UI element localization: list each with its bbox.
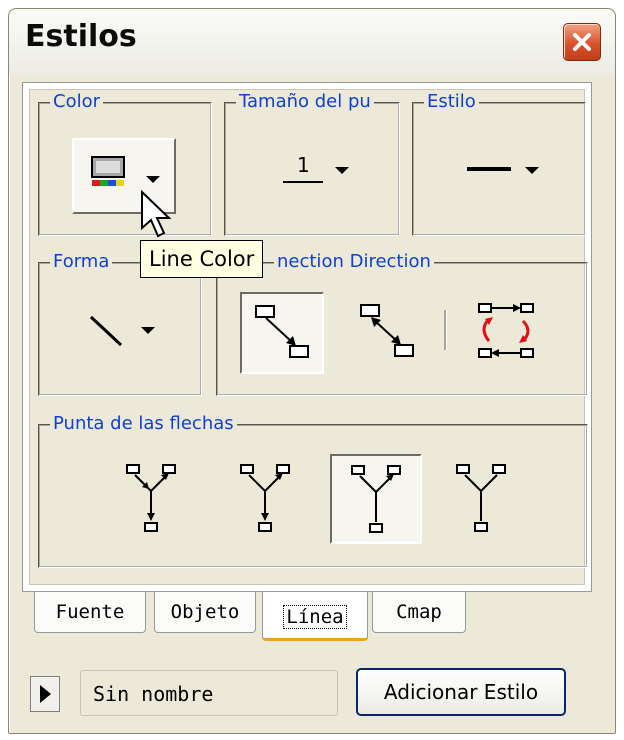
tab-fuente[interactable]: Fuente: [34, 592, 146, 633]
dropdown-arrow-icon: [525, 167, 539, 174]
connection-direction-group: nection Direction: [216, 251, 588, 396]
color-group: Color: [38, 91, 212, 236]
window-title: Estilos: [25, 19, 137, 54]
shape-group: Forma: [38, 251, 202, 396]
arrowhead-option-all[interactable]: [110, 454, 192, 542]
style-group-label: Estilo: [424, 91, 479, 112]
line-style-icon: [467, 167, 511, 171]
add-style-button[interactable]: Adicionar Estilo: [356, 668, 566, 716]
connection-direction-reverse[interactable]: [346, 292, 428, 372]
line-size-value: 1: [297, 153, 310, 177]
line-shape-icon: [89, 315, 123, 347]
arrowhead-option-out[interactable]: [224, 454, 306, 542]
arrowhead-icon: [240, 464, 290, 532]
connection-direction-group-label: nection Direction: [274, 251, 434, 272]
close-icon: [573, 33, 591, 51]
size-group-label: Tamaño del pu: [236, 91, 374, 112]
connection-direction-icon: [255, 305, 309, 358]
tab-cmap[interactable]: Cmap: [372, 592, 466, 633]
tab-linea[interactable]: Línea: [262, 592, 368, 641]
style-group: Estilo: [412, 91, 586, 236]
line-size-dropdown[interactable]: 1: [270, 150, 362, 198]
line-color-icon: [91, 156, 125, 186]
title-bar[interactable]: Estilos: [9, 9, 615, 75]
size-group: Tamaño del pu 1: [224, 91, 400, 236]
arrowheads-group: Punta de las flechas: [38, 413, 588, 568]
connection-direction-forward[interactable]: [240, 292, 324, 374]
connection-direction-icon: [478, 303, 534, 358]
line-tab-content: Color Tamaño del pu 1 Estilo Forma necti…: [29, 89, 588, 585]
line-shape-dropdown[interactable]: [80, 304, 172, 356]
dropdown-arrow-icon: [335, 167, 349, 174]
arrowhead-option-plain[interactable]: [440, 454, 522, 542]
line-size-underline: [283, 181, 323, 183]
play-button[interactable]: [30, 676, 60, 712]
tooltip: Line Color: [140, 240, 264, 278]
tab-bar: Fuente Objeto Línea Cmap: [26, 592, 586, 644]
play-icon: [40, 685, 51, 703]
connection-direction-bidirectional[interactable]: [466, 292, 548, 372]
style-name-field[interactable]: Sin nombre: [80, 670, 338, 716]
arrowhead-icon: [351, 465, 401, 533]
tab-linea-label: Línea: [283, 605, 347, 629]
arrowhead-icon: [456, 464, 506, 532]
arrowheads-group-label: Punta de las flechas: [50, 413, 237, 434]
color-group-label: Color: [50, 91, 103, 112]
separator: [444, 310, 447, 350]
close-button[interactable]: [563, 23, 601, 61]
tab-objeto[interactable]: Objeto: [154, 592, 256, 633]
shape-group-label: Forma: [50, 251, 113, 272]
arrowhead-option-none-selected[interactable]: [330, 454, 422, 544]
styles-panel: Color Tamaño del pu 1 Estilo Forma necti…: [22, 82, 592, 592]
dropdown-arrow-icon: [141, 327, 155, 334]
arrowhead-icon: [126, 464, 176, 532]
cursor-icon: [141, 190, 172, 238]
connection-direction-icon: [360, 304, 414, 357]
dropdown-arrow-icon: [146, 176, 160, 183]
line-style-dropdown[interactable]: [458, 150, 550, 198]
